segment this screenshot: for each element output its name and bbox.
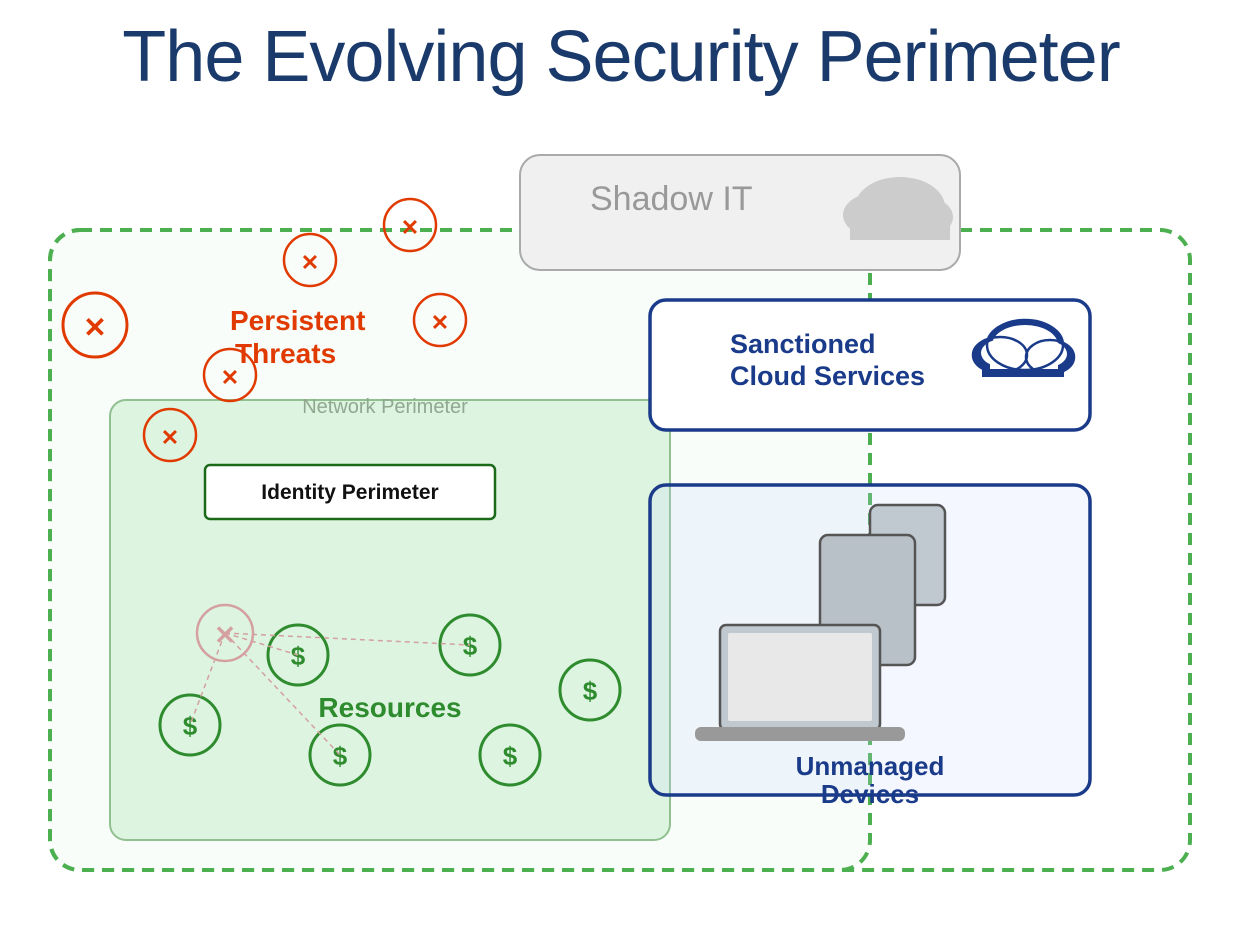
svg-text:$: $: [463, 631, 478, 661]
svg-text:$: $: [503, 741, 518, 771]
svg-text:Unmanaged: Unmanaged: [796, 751, 945, 781]
svg-text:Persistent: Persistent: [230, 305, 365, 336]
svg-text:Sanctioned: Sanctioned: [730, 329, 876, 359]
svg-text:✕: ✕: [431, 310, 449, 335]
svg-text:Cloud Services: Cloud Services: [730, 361, 925, 391]
svg-text:Threats: Threats: [235, 338, 336, 369]
svg-text:Resources: Resources: [318, 692, 461, 723]
svg-text:$: $: [333, 741, 348, 771]
svg-text:$: $: [291, 641, 306, 671]
svg-text:✕: ✕: [221, 365, 239, 390]
svg-text:✕: ✕: [401, 215, 419, 240]
svg-text:$: $: [183, 711, 198, 741]
svg-text:✕: ✕: [301, 250, 319, 275]
svg-text:Identity Perimeter: Identity Perimeter: [261, 481, 438, 504]
svg-text:Devices: Devices: [821, 779, 919, 809]
svg-text:✕: ✕: [161, 425, 179, 450]
svg-text:✕: ✕: [214, 620, 236, 650]
page-title: The Evolving Security Perimeter: [0, 0, 1242, 97]
svg-text:✕: ✕: [83, 312, 106, 343]
svg-text:Network Perimeter: Network Perimeter: [302, 396, 468, 418]
diagram-area: Network Perimeter Identity Perimeter Sha…: [30, 135, 1212, 915]
svg-text:Shadow IT: Shadow IT: [590, 180, 753, 218]
svg-text:$: $: [583, 676, 598, 706]
